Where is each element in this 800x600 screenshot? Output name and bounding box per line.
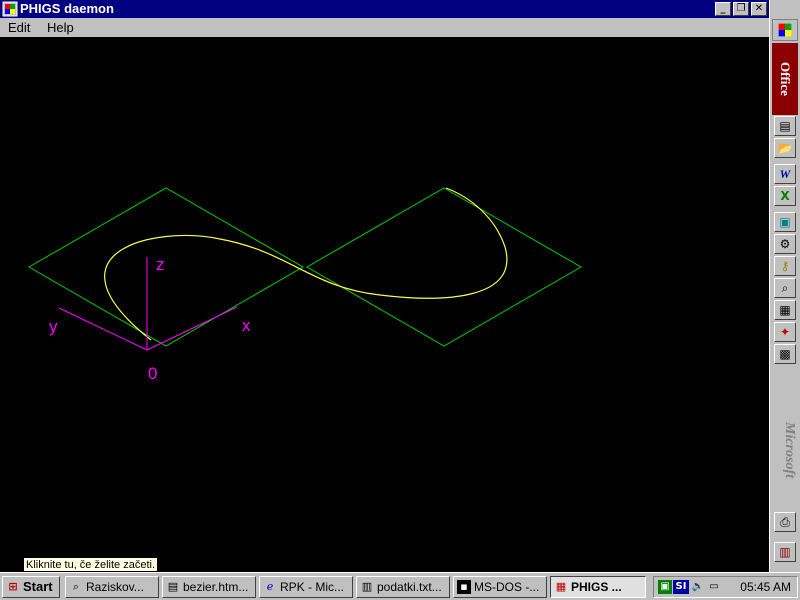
explorer-icon: ⌕ [72, 579, 80, 593]
excel-icon[interactable]: X [774, 186, 796, 206]
phigs-app-icon[interactable] [2, 1, 18, 17]
task-phigs[interactable]: ▦ PHIGS ... [550, 576, 646, 598]
open-folder-icon[interactable]: 📂 [774, 138, 796, 158]
binder-icon[interactable]: ⚙ [774, 234, 796, 254]
contacts-icon[interactable]: ▩ [774, 344, 796, 364]
minimize-button[interactable]: _ [715, 2, 731, 16]
word-icon[interactable]: W [774, 164, 796, 184]
task-explorer[interactable]: ⌕ Raziskov... [65, 576, 159, 598]
taskbar: ⊞ Start ⌕ Raziskov... ▤ bezier.htm... ℯ RPK … [0, 572, 800, 600]
task-label: bezier.htm... [183, 580, 249, 594]
phigs-icon: ▦ [555, 579, 567, 593]
office-shortcut-bar: Office ▤ 📂 W X ▣ ⚙ ⚷ ⌕ ▦ ✦ ▩ Microsoft ⎙… [769, 0, 800, 572]
office-logo-icon[interactable] [772, 19, 798, 41]
network-icon[interactable]: ▣ [658, 580, 672, 594]
axis-x-line [146, 306, 238, 351]
powerpoint-icon[interactable]: ▣ [774, 212, 796, 232]
menu-edit[interactable]: Edit [8, 18, 30, 37]
find-icon[interactable]: ⌕ [774, 278, 796, 298]
scene-svg: z y x 0 [27, 187, 583, 383]
browser-icon: ℯ [266, 579, 274, 593]
task-label: MS-DOS -... [474, 580, 540, 594]
restore-button[interactable]: ❐ [733, 2, 749, 16]
office-shortcut-icon[interactable]: ▥ [774, 542, 796, 562]
access-icon[interactable]: ✦ [774, 322, 796, 342]
bezier-curve [104, 187, 508, 341]
axis-y-line [58, 307, 148, 351]
task-label: Raziskov... [86, 580, 144, 594]
menu-bar: Edit Help [0, 18, 769, 37]
task-label: PHIGS ... [571, 580, 622, 594]
axis-x-label: x [242, 316, 251, 335]
axis-z-label: z [156, 255, 165, 274]
office-brand-label: Office [772, 43, 798, 115]
window-controls: _ ❐ ✕ [715, 2, 767, 16]
schedule-icon[interactable]: ▦ [774, 300, 796, 320]
close-button[interactable]: ✕ [751, 2, 767, 16]
microsoft-vendor-label: Microsoft [782, 422, 797, 478]
monitor-icon[interactable]: ▭ [707, 580, 721, 594]
plane-left [27, 187, 305, 347]
volume-icon[interactable]: 🔈 [691, 580, 705, 594]
clock[interactable]: 05:45 AM [740, 577, 791, 597]
system-tray: ▣ SI 🔈 ▭ 05:45 AM [653, 576, 798, 598]
axis-y-label: y [49, 317, 58, 336]
key-icon[interactable]: ⚷ [774, 256, 796, 276]
window-title-bar[interactable]: PHIGS daemon _ ❐ ✕ [0, 0, 769, 18]
task-bezier-html[interactable]: ▤ bezier.htm... [162, 576, 256, 598]
windows-logo-icon: ⊞ [8, 579, 18, 593]
task-label: podatki.txt... [377, 580, 442, 594]
start-button[interactable]: ⊞ Start [2, 576, 60, 598]
start-tooltip: Kliknite tu, če želite začeti. [23, 557, 159, 572]
start-label: Start [23, 579, 53, 594]
language-indicator[interactable]: SI [673, 580, 689, 594]
task-rpk-browser[interactable]: ℯ RPK - Mic... [259, 576, 353, 598]
document-icon: ▤ [167, 579, 179, 593]
task-podatki-notepad[interactable]: ▥ podatki.txt... [356, 576, 450, 598]
office-settings-icon[interactable]: ⎙ [774, 512, 796, 532]
plane-right [305, 187, 583, 347]
origin-label: 0 [148, 364, 157, 383]
task-msdos[interactable]: ▪ MS-DOS -... [453, 576, 547, 598]
msdos-icon: ▪ [457, 579, 471, 594]
phigs-canvas[interactable]: z y x 0 [0, 37, 769, 567]
notepad-icon: ▥ [361, 579, 373, 593]
menu-help[interactable]: Help [47, 18, 74, 37]
window-title: PHIGS daemon [20, 1, 114, 16]
new-document-icon[interactable]: ▤ [774, 116, 796, 136]
task-label: RPK - Mic... [280, 580, 345, 594]
